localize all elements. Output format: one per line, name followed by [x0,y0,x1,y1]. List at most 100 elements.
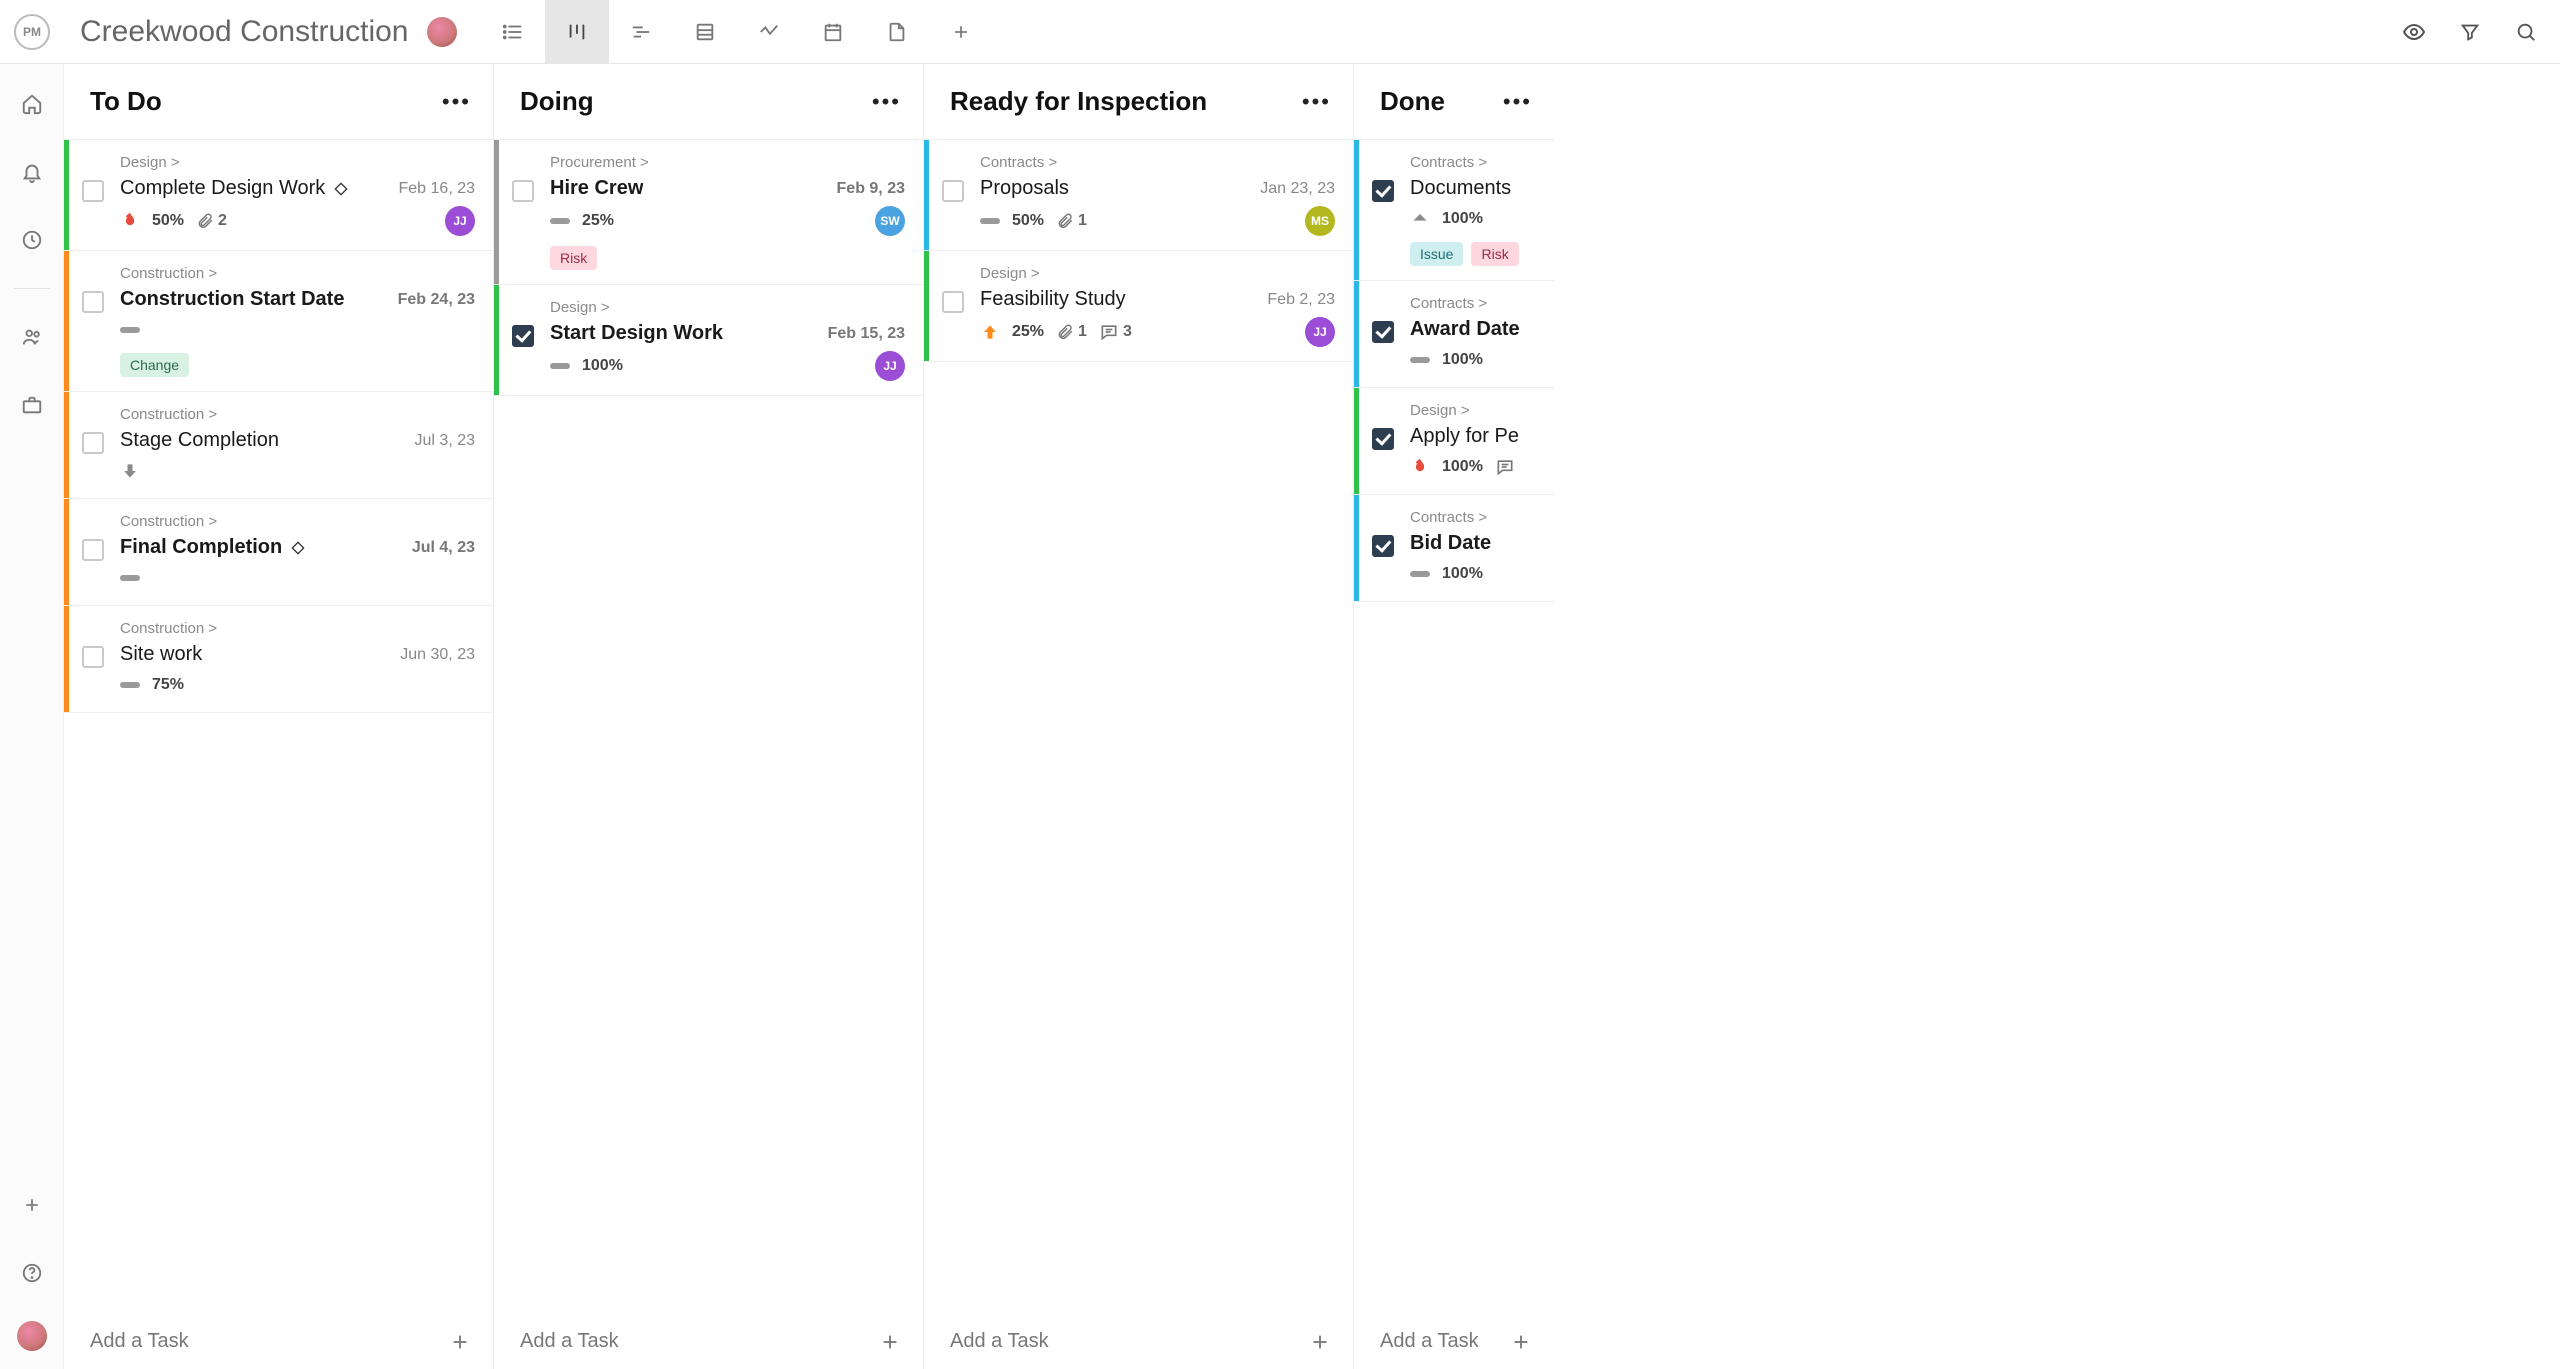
task-meta [120,575,140,581]
add-task-button[interactable]: Add a Task [924,1314,1353,1369]
task-checkbox[interactable] [82,646,104,668]
column-menu-icon[interactable]: ••• [1302,89,1331,115]
task-card[interactable]: Procurement >Hire CrewFeb 9, 2325%SWRisk [494,140,923,285]
add-view-icon[interactable] [929,0,993,64]
task-card[interactable]: Design >Feasibility StudyFeb 2, 2325%13J… [924,251,1353,362]
column-body: Design >Complete Design WorkFeb 16, 2350… [64,140,493,1314]
team-icon[interactable] [12,317,52,357]
task-checkbox[interactable] [942,180,964,202]
assignee-avatar[interactable]: SW [875,206,905,236]
tag-risk[interactable]: Risk [1471,242,1518,266]
task-card[interactable]: Design >Apply for Pe100% [1354,388,1554,495]
task-card[interactable]: Construction >Construction Start DateFeb… [64,251,493,392]
task-checkbox[interactable] [512,180,534,202]
task-title: Award Date [1410,318,1520,341]
view-dashboard-icon[interactable] [737,0,801,64]
view-calendar-icon[interactable] [801,0,865,64]
task-meta: 100% [1410,565,1483,583]
project-owner-avatar[interactable] [427,17,457,47]
task-card[interactable]: Design >Complete Design WorkFeb 16, 2350… [64,140,493,251]
user-avatar[interactable] [17,1321,47,1351]
task-date: Jun 30, 23 [400,646,475,664]
task-card[interactable]: Contracts >Bid Date100% [1354,495,1554,602]
board-scroll[interactable]: To Do•••Design >Complete Design WorkFeb … [64,64,2560,1369]
add-task-button[interactable]: Add a Task [64,1314,493,1369]
task-date: Feb 15, 23 [828,325,905,343]
add-task-label: Add a Task [950,1330,1049,1353]
task-checkbox[interactable] [82,180,104,202]
assignee-avatar[interactable]: JJ [445,206,475,236]
task-title: Construction Start Date [120,288,344,311]
task-assignee: MS [1305,206,1335,236]
task-breadcrumb[interactable]: Construction > [120,265,475,282]
comment-count[interactable] [1495,457,1515,477]
task-breadcrumb[interactable]: Design > [550,299,905,316]
tag-issue[interactable]: Issue [1410,242,1463,266]
task-card[interactable]: Construction >Final CompletionJul 4, 23 [64,499,493,606]
task-meta [120,461,140,481]
task-breadcrumb[interactable]: Construction > [120,513,475,530]
task-breadcrumb[interactable]: Design > [120,154,475,171]
task-card[interactable]: Contracts >Award Date100% [1354,281,1554,388]
view-sheet-icon[interactable] [673,0,737,64]
task-breadcrumb[interactable]: Construction > [120,620,475,637]
priority-none-icon [120,682,140,688]
task-title: Start Design Work [550,322,723,345]
assignee-avatar[interactable]: JJ [1305,317,1335,347]
attachment-count[interactable]: 1 [1056,212,1087,230]
column-menu-icon[interactable]: ••• [442,89,471,115]
tag-risk[interactable]: Risk [550,246,597,270]
attachment-count[interactable]: 2 [196,212,227,230]
task-date: Jul 4, 23 [412,539,475,557]
view-files-icon[interactable] [865,0,929,64]
task-breadcrumb[interactable]: Procurement > [550,154,905,171]
project-title[interactable]: Creekwood Construction [80,15,409,49]
task-breadcrumb[interactable]: Contracts > [1410,509,1536,526]
task-card[interactable]: Contracts >Documents100%IssueRisk [1354,140,1554,281]
task-breadcrumb[interactable]: Design > [980,265,1335,282]
portfolio-icon[interactable] [12,385,52,425]
app-logo[interactable]: PM [0,14,64,50]
task-checkbox[interactable] [1372,180,1394,202]
column-menu-icon[interactable]: ••• [872,89,901,115]
task-progress: 25% [1012,323,1044,341]
view-gantt-icon[interactable] [609,0,673,64]
task-breadcrumb[interactable]: Contracts > [1410,295,1536,312]
task-checkbox[interactable] [82,291,104,313]
task-card[interactable]: Contracts >ProposalsJan 23, 2350%1MS [924,140,1353,251]
help-icon[interactable] [12,1253,52,1293]
task-breadcrumb[interactable]: Design > [1410,402,1536,419]
task-checkbox[interactable] [82,432,104,454]
task-card[interactable]: Construction >Stage CompletionJul 3, 23 [64,392,493,499]
notifications-icon[interactable] [12,152,52,192]
home-icon[interactable] [12,84,52,124]
task-checkbox[interactable] [1372,428,1394,450]
task-breadcrumb[interactable]: Contracts > [980,154,1335,171]
task-checkbox[interactable] [82,539,104,561]
task-checkbox[interactable] [1372,535,1394,557]
task-checkbox[interactable] [942,291,964,313]
add-task-button[interactable]: Add a Task [494,1314,923,1369]
assignee-avatar[interactable]: MS [1305,206,1335,236]
assignee-avatar[interactable]: JJ [875,351,905,381]
task-checkbox[interactable] [512,325,534,347]
comment-count[interactable]: 3 [1099,322,1132,342]
task-breadcrumb[interactable]: Construction > [120,406,475,423]
column-title: Done [1380,86,1445,117]
add-icon[interactable] [12,1185,52,1225]
recent-icon[interactable] [12,220,52,260]
filter-icon[interactable] [2446,8,2494,56]
view-list-icon[interactable] [481,0,545,64]
watch-icon[interactable] [2390,8,2438,56]
tag-change[interactable]: Change [120,353,189,377]
task-card[interactable]: Design >Start Design WorkFeb 15, 23100%J… [494,285,923,396]
task-date: Feb 16, 23 [399,180,476,198]
attachment-count[interactable]: 1 [1056,323,1087,341]
view-board-icon[interactable] [545,0,609,64]
task-card[interactable]: Construction >Site workJun 30, 2375% [64,606,493,713]
search-icon[interactable] [2502,8,2550,56]
add-task-button[interactable]: Add a Task [1354,1314,1554,1369]
column-menu-icon[interactable]: ••• [1503,89,1532,115]
task-checkbox[interactable] [1372,321,1394,343]
task-breadcrumb[interactable]: Contracts > [1410,154,1536,171]
